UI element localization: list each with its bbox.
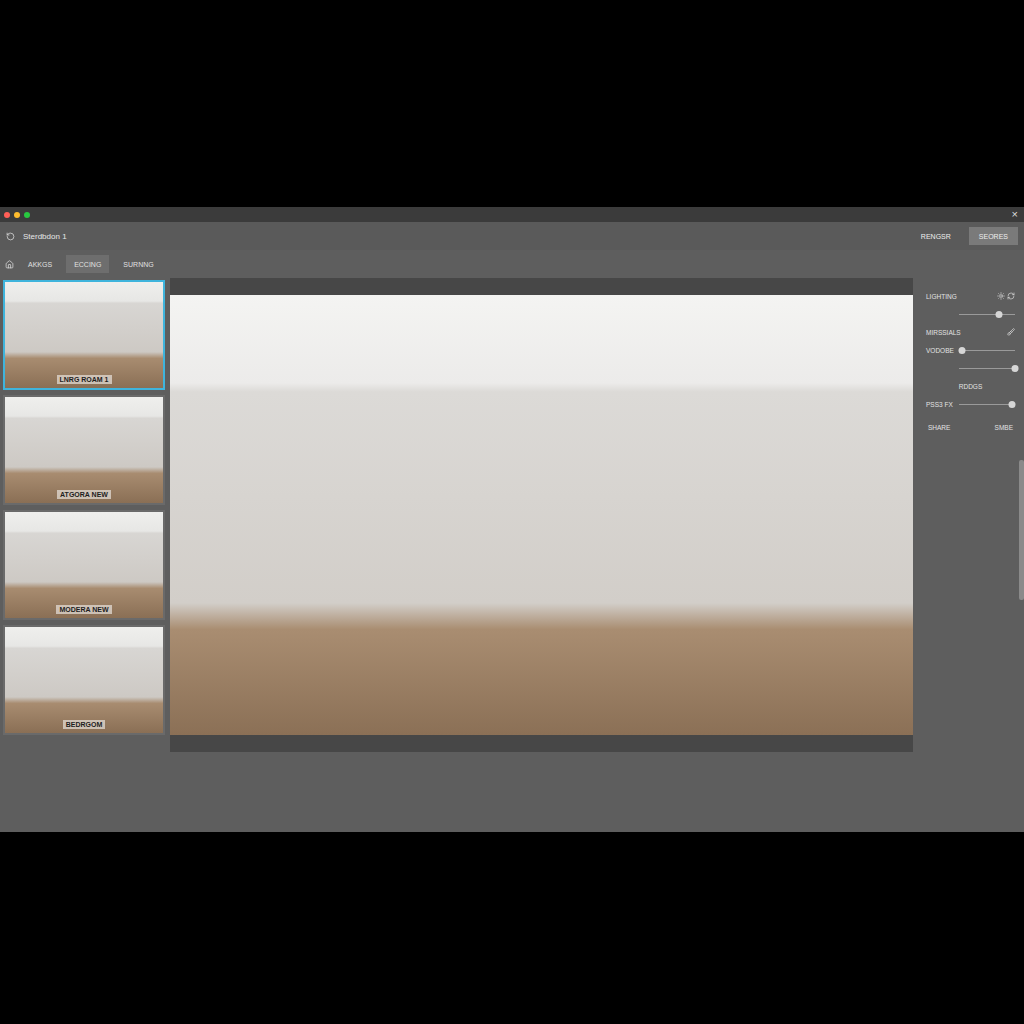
thumbnail-card[interactable]: MODERA NEW — [3, 510, 165, 620]
panel-caption: RDDGS — [926, 380, 1015, 392]
settings-panel: LIGHTING MIRSSIALS VODOBE RDDGS PSS3 FX SHARE… — [918, 278, 1024, 752]
thumbnail-label: ATGORA NEW — [57, 490, 111, 499]
sun-icon[interactable] — [997, 292, 1005, 300]
slider-row: PSS3 FX — [926, 398, 1015, 410]
thumbnail-list: LNRG ROAM 1 ATGORA NEW MODERA NEW BEDRGOM — [3, 278, 165, 752]
panel-button[interactable]: SHARE — [926, 422, 952, 433]
app-window: × Sterdbdon 1 RENGSR SEORES AKKGS ECCING SURNN… — [0, 207, 1024, 832]
settings-content: LIGHTING MIRSSIALS VODOBE RDDGS PSS3 FX SHARE… — [918, 278, 1019, 752]
slider-knob[interactable] — [1012, 365, 1019, 372]
title-bar: × — [0, 207, 1024, 222]
slider-label: VODOBE — [926, 347, 954, 354]
minimize-light[interactable] — [14, 212, 20, 218]
tab-row: AKKGS ECCING SURNNG — [0, 250, 1024, 278]
thumbnail-card[interactable]: BEDRGOM — [3, 625, 165, 735]
panel-heading: LIGHTING — [926, 290, 1015, 302]
thumbnail-card[interactable]: ATGORA NEW — [3, 395, 165, 505]
slider-knob[interactable] — [1009, 401, 1016, 408]
panel-button[interactable]: SMBE — [993, 422, 1015, 433]
slider-track[interactable] — [959, 404, 1015, 405]
panel-heading: MIRSSIALS — [926, 326, 1015, 338]
tab[interactable]: AKKGS — [20, 255, 60, 273]
header: Sterdbdon 1 RENGSR SEORES — [0, 222, 1024, 250]
materials-icons — [1007, 328, 1015, 336]
header-button[interactable]: SEORES — [969, 227, 1018, 245]
slider-label: PSS3 FX — [926, 401, 953, 408]
brush-icon[interactable] — [1007, 328, 1015, 336]
slider-knob[interactable] — [996, 311, 1003, 318]
header-button[interactable]: RENGSR — [911, 227, 961, 245]
workspace: LNRG ROAM 1 ATGORA NEW MODERA NEW BEDRGOM LI… — [0, 278, 1024, 752]
window-title: Sterdbdon 1 — [23, 232, 67, 241]
slider-row: VODOBE — [926, 344, 1015, 356]
room-render — [170, 295, 913, 735]
thumbnail-label: LNRG ROAM 1 — [57, 375, 112, 384]
home-icon[interactable] — [5, 260, 14, 269]
tab[interactable]: SURNNG — [115, 255, 161, 273]
slider-track[interactable] — [959, 314, 1015, 315]
refresh-icon[interactable] — [1007, 292, 1015, 300]
panel-buttons: SHARE SMBE — [926, 416, 1015, 433]
lighting-icons — [997, 292, 1015, 300]
slider-track[interactable] — [959, 368, 1015, 369]
heading-label: MIRSSIALS — [926, 329, 961, 336]
back-icon[interactable] — [6, 232, 15, 241]
thumbnail-label: MODERA NEW — [56, 605, 111, 614]
scrollbar — [1019, 278, 1024, 752]
preview-frame — [170, 278, 913, 752]
zoom-light[interactable] — [24, 212, 30, 218]
tab[interactable]: ECCING — [66, 255, 109, 273]
top-band — [0, 0, 1024, 207]
heading-label: LIGHTING — [926, 293, 957, 300]
slider-row — [926, 362, 1015, 374]
scroll-thumb[interactable] — [1019, 460, 1024, 600]
thumbnail-card[interactable]: LNRG ROAM 1 — [3, 280, 165, 390]
caption-label: RDDGS — [959, 383, 982, 390]
close-button[interactable]: × — [1012, 209, 1020, 220]
bottom-band — [0, 832, 1024, 1024]
slider-row — [926, 308, 1015, 320]
slider-knob[interactable] — [958, 347, 965, 354]
screen: × Sterdbdon 1 RENGSR SEORES AKKGS ECCING SURNN… — [0, 0, 1024, 1024]
close-light[interactable] — [4, 212, 10, 218]
thumbnail-label: BEDRGOM — [63, 720, 106, 729]
slider-track[interactable] — [959, 350, 1015, 351]
